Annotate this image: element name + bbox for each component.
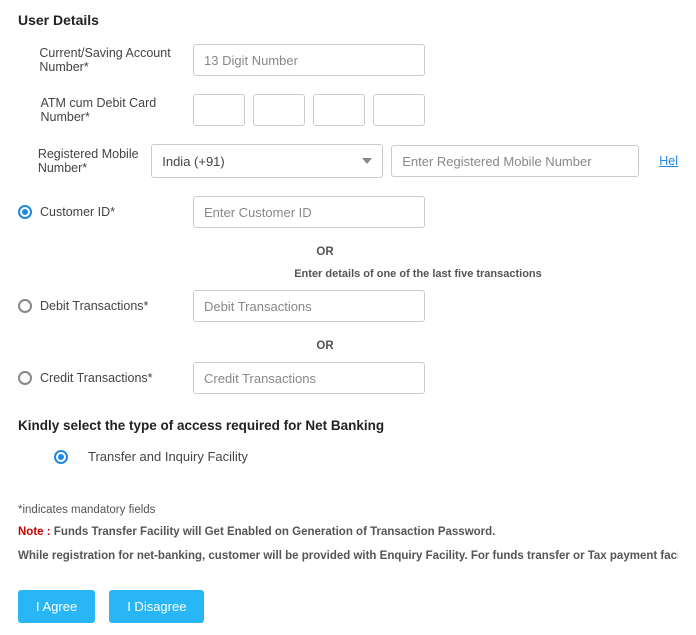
atm-seg-2[interactable]: [253, 94, 305, 126]
account-input[interactable]: [193, 44, 425, 76]
atm-seg-4[interactable]: [373, 94, 425, 126]
row-debit: Debit Transactions*: [18, 290, 678, 322]
country-select[interactable]: India (+91): [151, 144, 383, 178]
credit-input[interactable]: [193, 362, 425, 394]
or-divider-2: OR: [209, 340, 441, 352]
radio-debit[interactable]: [18, 299, 32, 313]
access-title: Kindly select the type of access require…: [18, 418, 678, 433]
page-title: User Details: [18, 12, 678, 28]
mandatory-note: *indicates mandatory fields: [18, 504, 678, 516]
chevron-down-icon: [362, 158, 372, 164]
row-atm: ATM cum Debit Card Number*: [18, 94, 678, 126]
debit-label: Debit Transactions*: [40, 299, 148, 313]
row-credit: Credit Transactions*: [18, 362, 678, 394]
disagree-button[interactable]: I Disagree: [109, 590, 204, 623]
row-mobile: Registered Mobile Number* India (+91) He…: [18, 144, 678, 178]
atm-seg-1[interactable]: [193, 94, 245, 126]
mobile-label: Registered Mobile Number*: [18, 147, 151, 175]
txn-instruction: Enter details of one of the last five tr…: [158, 268, 678, 280]
or-divider-1: OR: [209, 246, 441, 258]
radio-credit[interactable]: [18, 371, 32, 385]
credit-label: Credit Transactions*: [40, 371, 153, 385]
customer-label: Customer ID*: [40, 205, 115, 219]
debit-input[interactable]: [193, 290, 425, 322]
row-customer: Customer ID*: [18, 196, 678, 228]
note-label: Note :: [18, 526, 51, 538]
mobile-input[interactable]: [391, 145, 639, 177]
agree-button[interactable]: I Agree: [18, 590, 95, 623]
row-account: Current/Saving Account Number*: [18, 44, 678, 76]
atm-label: ATM cum Debit Card Number*: [18, 96, 193, 124]
row-access: Transfer and Inquiry Facility: [18, 449, 678, 464]
atm-seg-3[interactable]: [313, 94, 365, 126]
country-value: India (+91): [162, 154, 225, 169]
radio-customer-id[interactable]: [18, 205, 32, 219]
help-link[interactable]: Hel: [659, 154, 678, 168]
customer-input[interactable]: [193, 196, 425, 228]
transfer-note: Note : Funds Transfer Facility will Get …: [18, 526, 678, 538]
access-option-label: Transfer and Inquiry Facility: [88, 449, 248, 464]
button-row: I Agree I Disagree: [18, 590, 678, 623]
radio-transfer-inquiry[interactable]: [54, 450, 68, 464]
info-note: While registration for net-banking, cust…: [18, 550, 678, 562]
account-label: Current/Saving Account Number*: [18, 46, 193, 74]
